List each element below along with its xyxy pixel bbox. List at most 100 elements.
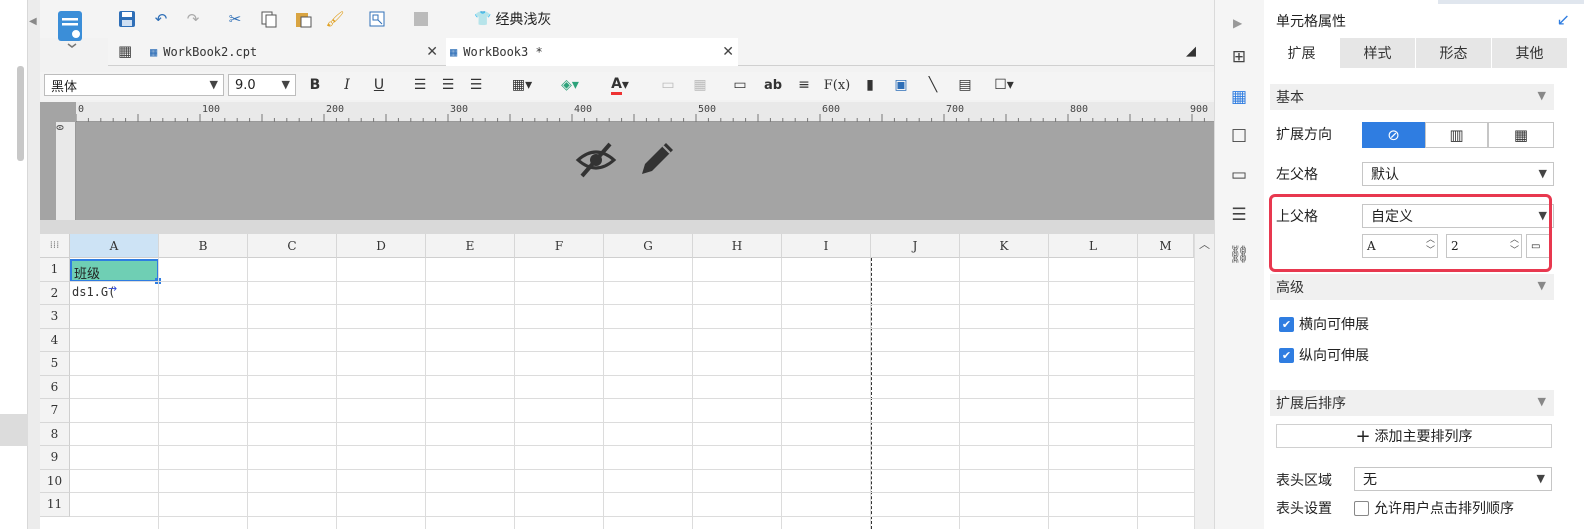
close-icon[interactable]: ✕ xyxy=(426,44,438,60)
bold-button[interactable]: B xyxy=(306,74,324,96)
scroll-up-icon[interactable]: ︿ xyxy=(1199,236,1210,252)
italic-button[interactable]: I xyxy=(338,74,356,96)
vertical-stretch-checkbox[interactable]: ✔ 纵向可伸展 xyxy=(1279,345,1369,365)
row-header-10[interactable]: 10 xyxy=(40,469,70,493)
widget-icon[interactable]: ▭ xyxy=(1226,162,1252,188)
copy-icon[interactable] xyxy=(258,8,280,30)
left-parent-select[interactable]: 默认 ▼ xyxy=(1362,162,1554,186)
redo-icon[interactable]: ↷ xyxy=(182,8,204,30)
image-icon[interactable]: ▣ xyxy=(890,74,912,96)
font-color-icon[interactable]: A ▾ xyxy=(602,74,638,96)
chart-icon[interactable]: ▮ xyxy=(860,74,880,96)
format-painter-icon[interactable]: 🖌 xyxy=(324,8,346,30)
widget-settings-icon[interactable]: ⊞ xyxy=(1226,44,1252,70)
cell-attributes-icon[interactable]: ▦ xyxy=(1226,84,1252,110)
row-header-1[interactable]: 1 xyxy=(40,258,70,282)
column-header-b[interactable]: B xyxy=(159,234,248,258)
hide-eye-icon[interactable] xyxy=(574,138,618,186)
rich-text-icon[interactable]: ≡ xyxy=(794,74,814,96)
border-icon[interactable]: ▦▾ xyxy=(504,74,540,96)
header-setting-label: 表头设置 xyxy=(1276,501,1332,517)
insert-row-icon[interactable]: ▭ xyxy=(730,74,750,96)
theme-button[interactable]: 👕 经典浅灰 xyxy=(474,8,551,30)
expand-horizontal-button[interactable]: ▦ xyxy=(1488,122,1554,148)
spreadsheet-grid[interactable] xyxy=(40,234,1214,529)
expand-vertical-button[interactable]: ▥ xyxy=(1425,122,1488,148)
select-all-corner[interactable]: ⁞⁞⁞ xyxy=(40,234,70,258)
cut-icon[interactable]: ✂ xyxy=(224,8,246,30)
allow-sort-checkbox[interactable]: 允许用户点击排列顺序 xyxy=(1354,498,1514,518)
tab-workbook2[interactable]: ▦ WorkBook2.cpt ✕ xyxy=(150,38,442,66)
preview-icon[interactable] xyxy=(366,8,388,30)
edit-pencil-icon[interactable] xyxy=(636,138,678,184)
checkbox-label: 允许用户点击排列顺序 xyxy=(1374,501,1514,517)
column-header-d[interactable]: D xyxy=(337,234,426,258)
horizontal-stretch-checkbox[interactable]: ✔ 横向可伸展 xyxy=(1279,314,1369,334)
tab-expand[interactable]: 扩展 xyxy=(1264,38,1340,68)
expand-right-icon[interactable]: ▶ xyxy=(1233,16,1242,30)
cell-border-icon[interactable]: ☐▾ xyxy=(986,74,1022,96)
hyperlink-icon[interactable]: ⛓ xyxy=(1226,242,1252,268)
vertical-scrollbar[interactable]: ︿ xyxy=(1194,234,1214,529)
row-header-5[interactable]: 5 xyxy=(40,352,70,376)
tab-style[interactable]: 样式 xyxy=(1340,38,1416,68)
column-header-k[interactable]: K xyxy=(960,234,1049,258)
tab-other[interactable]: 其他 xyxy=(1492,38,1568,68)
header-area-select[interactable]: 无 ▼ xyxy=(1354,467,1552,491)
section-advanced[interactable]: 高级 ▼ xyxy=(1270,274,1554,300)
font-size-select[interactable]: 9.0 ▼ xyxy=(228,74,296,96)
fill-color-icon[interactable]: ◈▾ xyxy=(552,74,588,96)
row-header-9[interactable]: 9 xyxy=(40,446,70,470)
row-header-3[interactable]: 3 xyxy=(40,305,70,329)
insert-text-button[interactable]: ab xyxy=(762,74,784,96)
selected-cell-a1[interactable]: 班级 xyxy=(70,259,159,282)
cell-element-icon[interactable]: □ xyxy=(1226,122,1252,148)
row-header-4[interactable]: 4 xyxy=(40,328,70,352)
slash-icon[interactable]: ╲ xyxy=(922,74,944,96)
row-header-2[interactable]: 2 xyxy=(40,281,70,305)
close-icon[interactable]: ✕ xyxy=(722,44,734,60)
save-icon[interactable] xyxy=(116,8,138,30)
column-header-c[interactable]: C xyxy=(248,234,337,258)
designer-separator[interactable] xyxy=(40,220,1214,234)
column-header-m[interactable]: M xyxy=(1138,234,1194,258)
column-header-a[interactable]: A xyxy=(70,234,159,258)
undo-icon[interactable]: ↶ xyxy=(150,8,172,30)
column-header-i[interactable]: I xyxy=(782,234,871,258)
column-header-g[interactable]: G xyxy=(604,234,693,258)
sub-report-icon[interactable]: ▤ xyxy=(954,74,976,96)
tab-workbook3[interactable]: ▦ WorkBook3 * ✕ xyxy=(446,38,738,66)
expand-none-button[interactable]: ⊘ xyxy=(1362,122,1425,148)
column-header-f[interactable]: F xyxy=(515,234,604,258)
underline-button[interactable]: U xyxy=(370,74,388,96)
report-grid-icon[interactable]: ▦ xyxy=(118,42,132,60)
section-sort[interactable]: 扩展后排序 ▼ xyxy=(1270,390,1554,416)
column-header-h[interactable]: H xyxy=(693,234,782,258)
align-center-icon[interactable]: ☰ xyxy=(438,74,458,96)
add-sort-button[interactable]: + 添加主要排列序 xyxy=(1276,424,1552,448)
condition-attribute-icon[interactable]: ☰ xyxy=(1226,202,1252,228)
align-right-icon[interactable]: ☰ xyxy=(466,74,486,96)
tab-menu-icon[interactable]: ◢ xyxy=(1186,44,1196,59)
formula-button[interactable]: F(x) xyxy=(824,74,851,96)
left-pane-selected-item[interactable] xyxy=(0,414,28,446)
font-family-select[interactable]: 黑体 ▼ xyxy=(44,74,224,96)
row-header-7[interactable]: 7 xyxy=(40,399,70,423)
row-header-11[interactable]: 11 xyxy=(40,493,70,517)
pin-icon[interactable]: ↙ xyxy=(1557,10,1570,29)
left-parent-label: 左父格 xyxy=(1276,167,1318,183)
column-header-l[interactable]: L xyxy=(1049,234,1138,258)
ruler-tick: 0 xyxy=(55,124,67,131)
row-header-8[interactable]: 8 xyxy=(40,422,70,446)
column-header-e[interactable]: E xyxy=(426,234,515,258)
template-document-icon[interactable] xyxy=(54,8,88,48)
align-left-icon[interactable]: ☰ xyxy=(410,74,430,96)
left-pane-scrollbar[interactable] xyxy=(17,66,24,161)
column-header-j[interactable]: J xyxy=(871,234,960,258)
collapse-left-icon[interactable]: ◀ xyxy=(29,16,37,27)
tab-form[interactable]: 形态 xyxy=(1416,38,1492,68)
section-basic[interactable]: 基本 ▼ xyxy=(1270,84,1554,110)
font-size-value: 9.0 xyxy=(235,77,256,93)
paste-icon[interactable] xyxy=(292,8,314,30)
row-header-6[interactable]: 6 xyxy=(40,375,70,399)
